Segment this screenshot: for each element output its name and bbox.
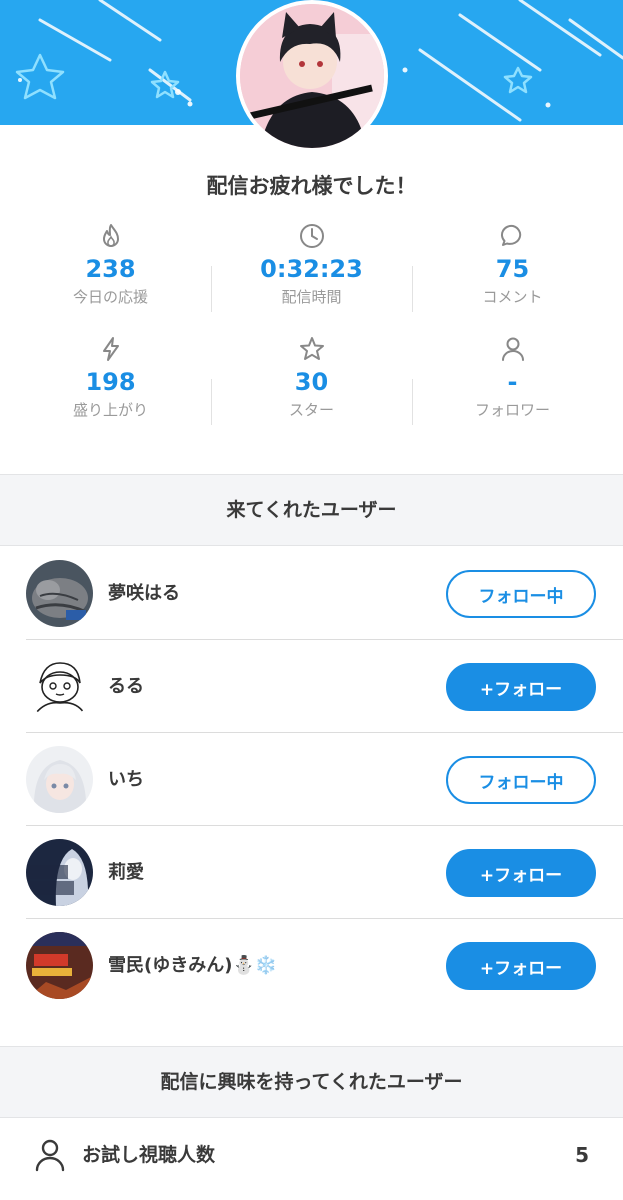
stat-stars: 30 スター	[211, 331, 412, 444]
page-title: 配信お疲れ様でした！	[206, 174, 417, 198]
user-name[interactable]: 莉愛	[108, 826, 144, 919]
visitors-heading: 来てくれたユーザー	[0, 474, 623, 546]
person-icon	[501, 337, 524, 361]
stat-label: スター	[288, 401, 334, 419]
flame-icon	[102, 224, 119, 247]
stats-row-1: 238 今日の応援 0:32:23 配信時間 75 コメント	[10, 218, 613, 331]
user-name[interactable]: るる	[108, 640, 144, 733]
avatar[interactable]	[26, 653, 93, 720]
stat-value: -	[507, 368, 518, 396]
dark-avatar-image	[26, 839, 93, 906]
person-icon	[35, 1139, 65, 1172]
stat-value: 75	[495, 255, 530, 283]
interested-heading: 配信に興味を持ってくれたユーザー	[0, 1046, 623, 1118]
stat-label: フォロワー	[474, 401, 550, 419]
user-name[interactable]: いち	[108, 733, 144, 826]
stat-value: 30	[294, 368, 329, 396]
comment-icon	[500, 224, 521, 246]
anime-girl-avatar-image	[26, 746, 93, 813]
user-name[interactable]: 雪民(ゆきみん)⛄❄️	[108, 919, 277, 1012]
list-item[interactable]: いち フォロー中	[26, 733, 623, 826]
cat-avatar-image	[26, 560, 93, 627]
avatar[interactable]	[26, 560, 93, 627]
avatar[interactable]	[26, 932, 93, 999]
stat-value: 238	[85, 255, 136, 283]
stat-value: 0:32:23	[260, 255, 363, 283]
following-button[interactable]: フォロー中	[446, 570, 596, 618]
stat-label: 今日の応援	[72, 288, 148, 306]
lightning-icon	[102, 337, 119, 361]
visitor-list: 夢咲はる フォロー中 るる +フォロー いち フォロー中 莉愛 +フォロー 雪民…	[0, 547, 623, 1012]
stat-stream-time: 0:32:23 配信時間	[211, 218, 412, 331]
trial-viewers-row: お試し視聴人数 5	[0, 1118, 623, 1200]
follow-button[interactable]: +フォロー	[446, 942, 596, 990]
user-name[interactable]: 夢咲はる	[108, 547, 180, 640]
clock-icon	[299, 224, 324, 248]
streamer-avatar	[236, 0, 388, 152]
following-button[interactable]: フォロー中	[446, 756, 596, 804]
stat-excitement: 198 盛り上がり	[10, 331, 211, 444]
streamer-avatar-image	[240, 4, 384, 148]
stat-cheers: 238 今日の応援	[10, 218, 211, 331]
stat-comments: 75 コメント	[412, 218, 613, 331]
list-item[interactable]: 雪民(ゆきみん)⛄❄️ +フォロー	[26, 919, 623, 1012]
stats-row-2: 198 盛り上がり 30 スター - フォロワー	[10, 331, 613, 444]
avatar[interactable]	[26, 839, 93, 906]
list-item[interactable]: 夢咲はる フォロー中	[26, 547, 623, 640]
stat-followers: - フォロワー	[412, 331, 613, 444]
game-avatar-image	[26, 932, 93, 999]
stat-label: 配信時間	[281, 288, 342, 306]
list-item[interactable]: 莉愛 +フォロー	[26, 826, 623, 919]
stats-grid: 238 今日の応援 0:32:23 配信時間 75 コメント 198 盛り上がり	[10, 218, 613, 444]
stat-value: 198	[85, 368, 136, 396]
follow-button[interactable]: +フォロー	[446, 663, 596, 711]
avatar[interactable]	[26, 746, 93, 813]
sketch-avatar-image	[26, 653, 93, 720]
trial-viewers-count: 5	[575, 1143, 589, 1167]
stat-label: コメント	[482, 288, 543, 306]
list-item[interactable]: るる +フォロー	[26, 640, 623, 733]
star-icon	[299, 337, 324, 360]
trial-viewers-label: お試し視聴人数	[82, 1144, 216, 1166]
stat-label: 盛り上がり	[72, 401, 148, 419]
follow-button[interactable]: +フォロー	[446, 849, 596, 897]
